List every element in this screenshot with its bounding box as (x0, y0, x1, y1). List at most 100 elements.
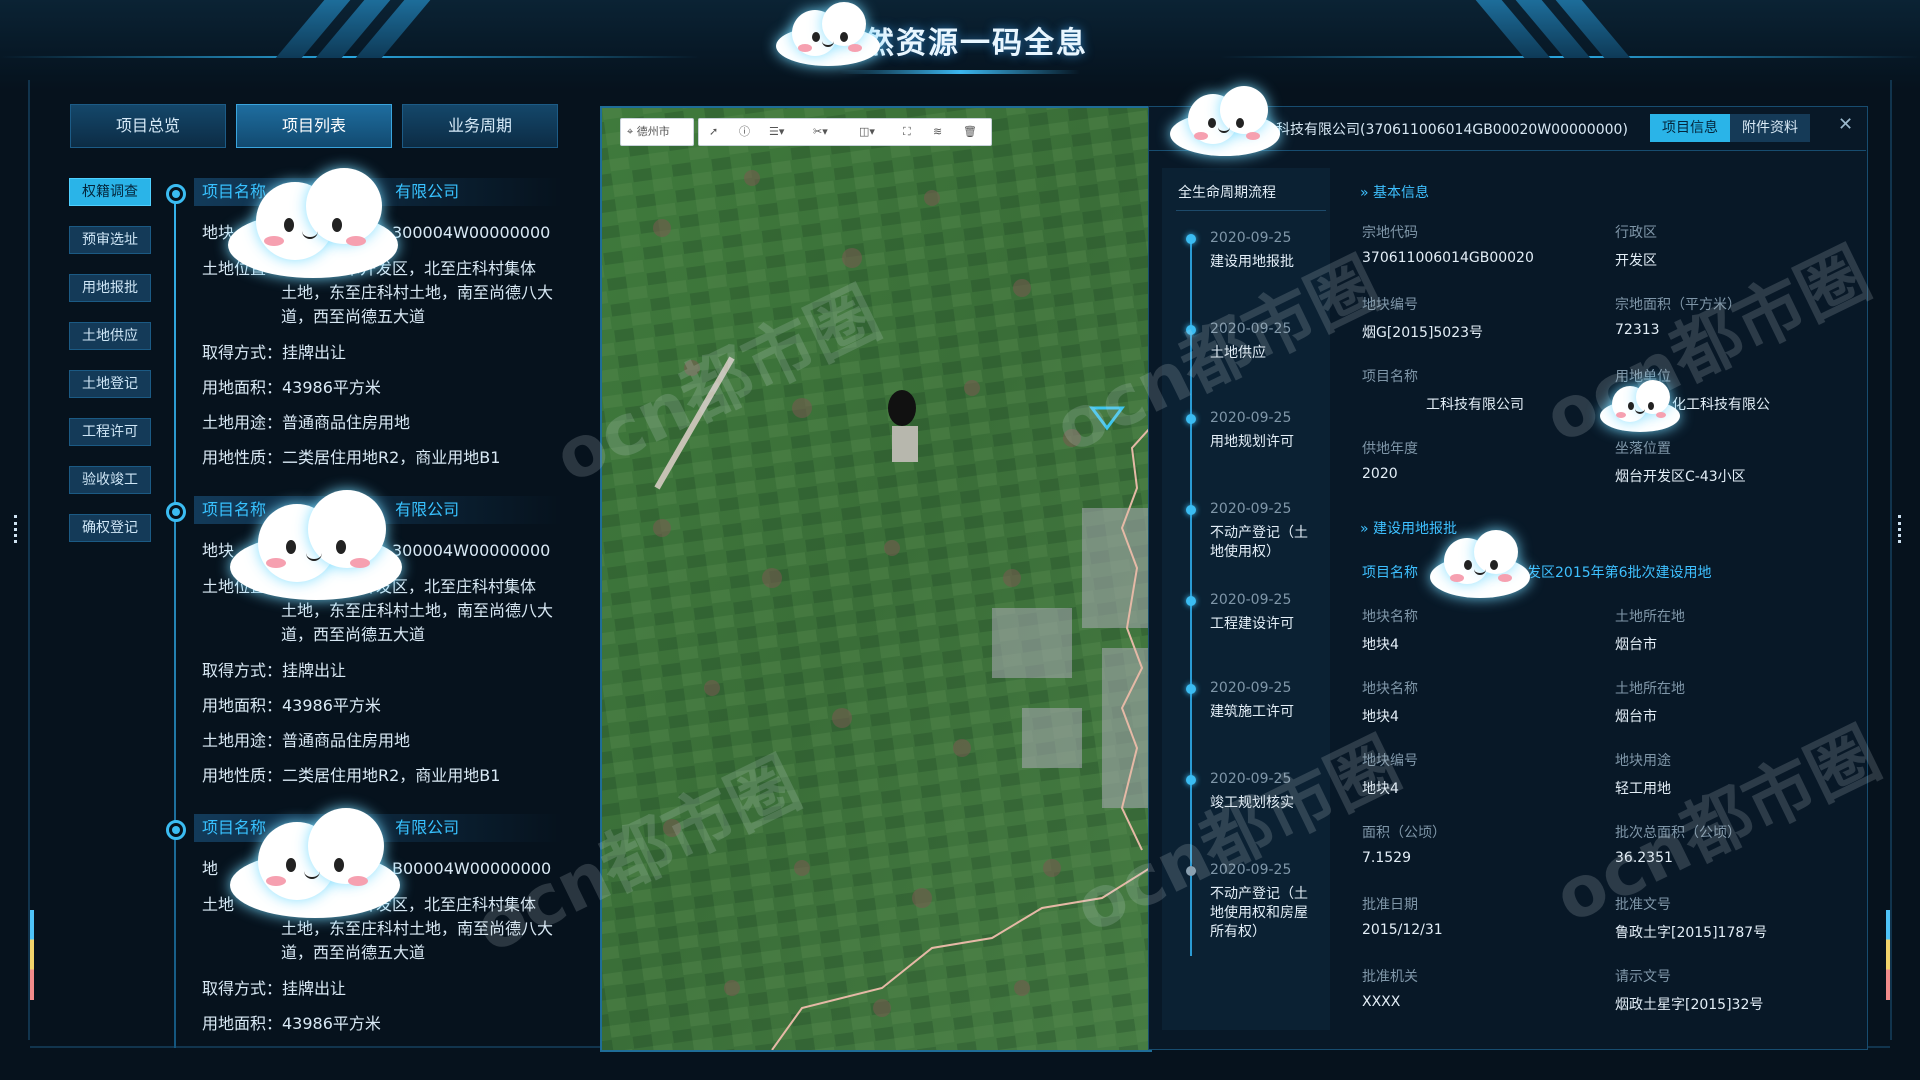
layers-icon[interactable]: ≋ (933, 119, 942, 145)
cloud-sticker (228, 168, 398, 280)
side-btn-engineering-permit[interactable]: 工程许可 (69, 418, 151, 446)
step-dot (1186, 414, 1196, 424)
field-label: 地块编号 (1362, 297, 1418, 313)
frame-left (28, 80, 30, 1040)
tab-project-info[interactable]: 项目信息 (1650, 114, 1730, 142)
step-name[interactable]: 竣工规划核实 (1210, 794, 1320, 813)
tab-project-list[interactable]: 项目列表 (236, 104, 392, 148)
project-land-nature: 用地性质：二类居住用地R2，商业用地B1 (202, 448, 501, 467)
field-label: 请示文号 (1615, 969, 1671, 985)
project-land-use: 土地用途：普通商品住房用地 (202, 731, 411, 750)
side-btn-land-registration[interactable]: 土地登记 (69, 370, 151, 398)
project-code-prefix: 地 (202, 859, 219, 878)
tab-attachments[interactable]: 附件资料 (1730, 114, 1810, 142)
tab-business-cycle[interactable]: 业务周期 (402, 104, 558, 148)
step-date: 2020-09-25 (1210, 230, 1292, 246)
info-icon[interactable]: ⓘ (739, 119, 750, 145)
right-edge-decoration (1886, 910, 1890, 1000)
project-land-use: 土地用途：普通商品住房用地 (202, 413, 411, 432)
frame-right (1890, 80, 1892, 1040)
list-icon[interactable]: ☰▾ (769, 119, 784, 145)
field-label: 项目名称 (1362, 369, 1418, 385)
project-name-suffix: 有限公司 (395, 500, 460, 519)
field-label: 供地年度 (1362, 441, 1418, 457)
field-label: 批次总面积（公顷） (1615, 825, 1741, 841)
project-code-suffix: 300004W00000000 (392, 541, 551, 560)
cloud-sticker (230, 490, 402, 602)
title-underline (840, 70, 1080, 74)
left-edge-decoration (30, 910, 34, 1000)
satellite-map[interactable]: ⌖ 德州市 ➚ ⓘ ☰▾ ✂▾ ◫▾ ⛶ ≋ 🗑 (600, 106, 1152, 1052)
frame-icon[interactable]: ⛶ (903, 119, 911, 145)
measure-icon[interactable]: ✂▾ (813, 119, 828, 145)
field-value: 烟台市 (1615, 709, 1657, 725)
close-icon[interactable]: ✕ (1838, 114, 1853, 135)
step-name[interactable]: 建设用地报批 (1210, 253, 1320, 272)
field-label: 土地所在地 (1615, 681, 1685, 697)
step-name[interactable]: 工程建设许可 (1210, 615, 1320, 634)
section-basic-info: » 基本信息 (1360, 182, 1429, 202)
field-label: 批准机关 (1362, 969, 1418, 985)
cloud-sticker (1600, 380, 1680, 432)
field-value: 36.2351 (1615, 850, 1673, 866)
field-label: 地块名称 (1362, 681, 1418, 697)
map-toolbar: ➚ ⓘ ☰▾ ✂▾ ◫▾ ⛶ ≋ 🗑 (698, 118, 992, 146)
field-value: 开发区 (1615, 253, 1657, 269)
select-icon[interactable]: ➚ (709, 119, 718, 145)
split-icon[interactable]: ◫▾ (859, 119, 875, 145)
field-value: 烟G[2015]5023号 (1362, 325, 1484, 341)
delete-icon[interactable]: 🗑 (963, 119, 977, 145)
side-btn-rights-registration[interactable]: 确权登记 (69, 514, 151, 542)
cloud-sticker (776, 2, 880, 68)
cloud-sticker (230, 808, 400, 920)
field-label: 宗地面积（平方米） (1615, 297, 1741, 313)
page-title: 自然资源一码全息 (832, 26, 1088, 61)
approval-project-label: 项目名称 (1362, 565, 1418, 581)
location-pin-icon: ⌖ (627, 125, 634, 138)
step-dot (1186, 325, 1196, 335)
project-acquisition: 取得方式：挂牌出让 (202, 343, 347, 362)
step-name[interactable]: 用地规划许可 (1210, 433, 1320, 452)
step-name[interactable]: 土地供应 (1210, 344, 1320, 363)
step-name[interactable]: 不动产登记（土地使用权） (1210, 524, 1320, 562)
project-acquisition: 取得方式：挂牌出让 (202, 979, 347, 998)
field-value: 烟政土星字[2015]32号 (1615, 997, 1764, 1013)
project-location-line: 道，西至尚德五大道 (281, 943, 426, 962)
step-date: 2020-09-25 (1210, 592, 1292, 608)
field-value: 鲁政土字[2015]1787号 (1615, 925, 1768, 941)
step-dot (1186, 684, 1196, 694)
field-value: 地块4 (1362, 637, 1399, 653)
field-value: 地块4 (1362, 781, 1399, 797)
side-btn-land-approval[interactable]: 用地报批 (69, 274, 151, 302)
project-location-line: 道，西至尚德五大道 (281, 625, 426, 644)
step-date: 2020-09-25 (1210, 862, 1292, 878)
cloud-sticker (1170, 86, 1280, 158)
field-value: 工科技有限公司 (1426, 397, 1524, 413)
map-city-label: 德州市 (636, 125, 670, 138)
project-area: 用地面积：43986平方米 (202, 696, 381, 715)
field-label: 面积（公顷） (1362, 825, 1446, 841)
step-name[interactable]: 不动产登记（土地使用权和房屋所有权） (1210, 885, 1320, 942)
project-location-line: 土地，东至庄科村土地，南至尚德八大 (281, 919, 554, 938)
approval-project-value[interactable]: 发区2015年第6批次建设用地 (1527, 562, 1712, 582)
step-date: 2020-09-25 (1210, 321, 1292, 337)
left-edge-handle[interactable] (14, 515, 23, 543)
project-location-line: 土地，东至庄科村土地，南至尚德八大 (281, 601, 554, 620)
double-chevron-icon: » (1360, 185, 1369, 201)
side-btn-ownership-survey[interactable]: 权籍调查 (69, 178, 151, 206)
step-name[interactable]: 建筑施工许可 (1210, 703, 1320, 722)
field-label: 行政区 (1615, 225, 1657, 241)
tab-project-overview[interactable]: 项目总览 (70, 104, 226, 148)
side-btn-land-supply[interactable]: 土地供应 (69, 322, 151, 350)
project-acquisition: 取得方式：挂牌出让 (202, 661, 347, 680)
step-date: 2020-09-25 (1210, 501, 1292, 517)
field-value: 2020 (1362, 466, 1398, 482)
step-date: 2020-09-25 (1210, 680, 1292, 696)
right-edge-handle[interactable] (1898, 515, 1907, 543)
side-btn-pre-review[interactable]: 预审选址 (69, 226, 151, 254)
field-label: 地块编号 (1362, 753, 1418, 769)
step-date: 2020-09-25 (1210, 771, 1292, 787)
side-btn-completion-acceptance[interactable]: 验收竣工 (69, 466, 151, 494)
map-city-selector[interactable]: ⌖ 德州市 (620, 118, 694, 146)
field-label: 宗地代码 (1362, 225, 1418, 241)
